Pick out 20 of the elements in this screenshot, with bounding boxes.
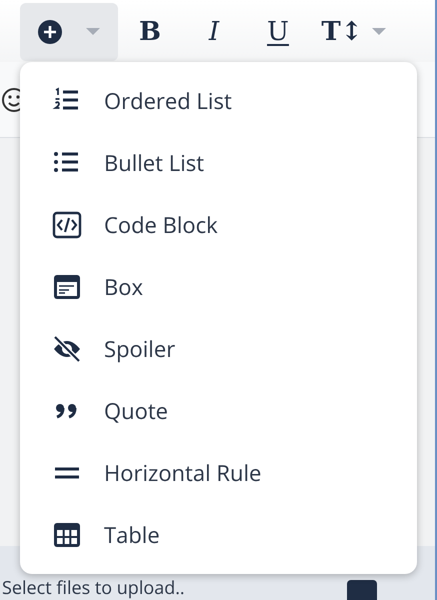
menu-item[interactable]: Bullet List bbox=[20, 132, 417, 194]
format-button[interactable]: I bbox=[182, 3, 246, 61]
format-button[interactable]: T↕ bbox=[310, 3, 398, 61]
insert-button[interactable] bbox=[20, 3, 118, 61]
menu-item[interactable]: Quote bbox=[20, 380, 417, 442]
table-icon bbox=[52, 520, 82, 550]
menu-item[interactable]: Ordered List bbox=[20, 70, 417, 132]
upload-prompt[interactable]: Select files to upload.. bbox=[2, 576, 185, 600]
box-icon bbox=[52, 272, 82, 302]
menu-item[interactable]: Code Block bbox=[20, 194, 417, 256]
caret-icon bbox=[85, 27, 101, 37]
menu-item[interactable]: Spoiler bbox=[20, 318, 417, 380]
code-icon bbox=[52, 210, 82, 240]
menu-item[interactable]: Horizontal Rule bbox=[20, 442, 417, 504]
menu-item[interactable]: Table bbox=[20, 504, 417, 566]
format-button[interactable]: B bbox=[118, 3, 182, 61]
plus-icon bbox=[37, 19, 63, 45]
menu-item[interactable]: Box bbox=[20, 256, 417, 318]
format-button[interactable]: U bbox=[246, 3, 310, 61]
caret-icon bbox=[370, 27, 387, 37]
